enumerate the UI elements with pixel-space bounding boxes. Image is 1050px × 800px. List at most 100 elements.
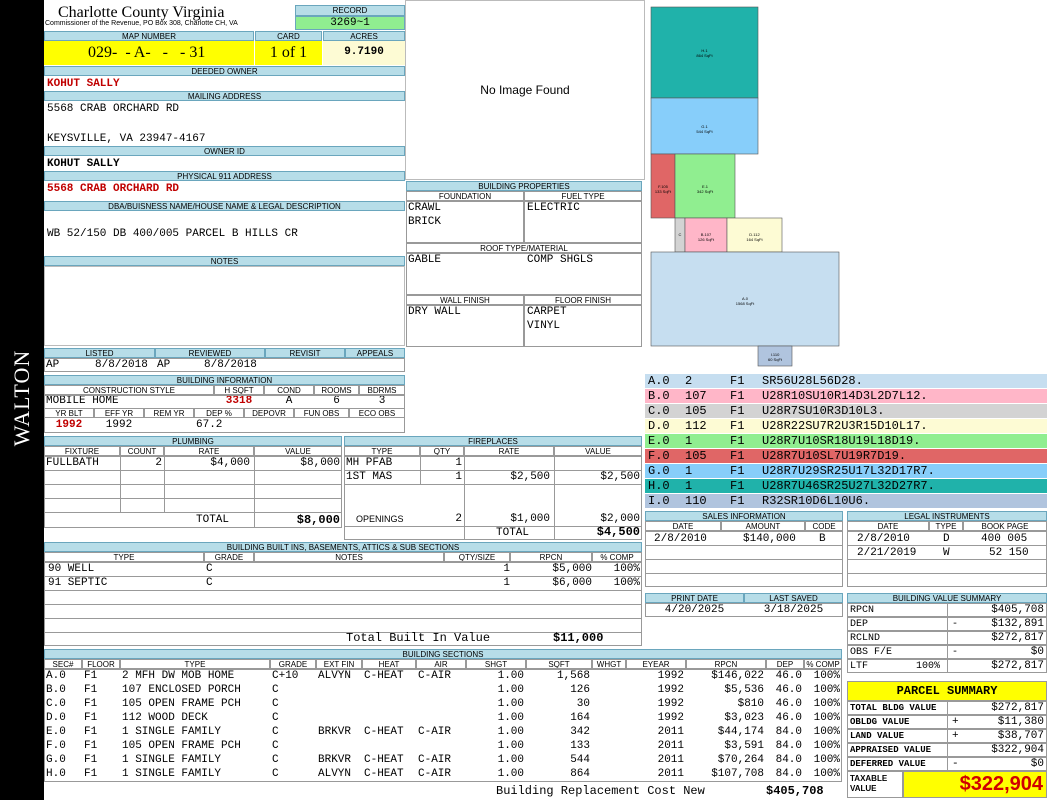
- section-col-header: AIR: [416, 659, 466, 669]
- sketch-code-cell: 107: [685, 389, 707, 403]
- built-ins-col-rpcn: RPCN: [510, 552, 592, 562]
- print-box: [645, 603, 843, 617]
- sketch-code-cell: U28R22SU7R2U3R15D10L17.: [762, 419, 928, 433]
- sketch-label-e: E.1 342 SqFt: [696, 184, 714, 194]
- floor-1: CARPET: [527, 306, 567, 318]
- parcel-label: LAND VALUE: [850, 731, 905, 741]
- value-pct: 100%: [916, 661, 941, 672]
- built-ins-col-type: TYPE: [44, 552, 204, 562]
- section-col-header: HEAT: [362, 659, 416, 669]
- sketch-code-cell: 105: [685, 449, 707, 463]
- wall-finish-header: WALL FINISH: [406, 295, 524, 305]
- sketch-code-cell: F1: [730, 374, 745, 388]
- floor-finish-header: FLOOR FINISH: [524, 295, 642, 305]
- parcel-amount: $0: [1030, 758, 1044, 770]
- built-ins-col-comp: % COMP: [592, 552, 642, 562]
- owner-id-value: KOHUT SALLY: [47, 158, 120, 170]
- sketch-code-cell: U28R7U10SL7U19R7D19.: [762, 449, 907, 463]
- built-in-total: $11,000: [553, 631, 604, 645]
- sketch-code-row: B.0 107 F1 U28R10SU10R14D3L2D7L12.: [645, 389, 1047, 403]
- owner-id-header: OWNER ID: [44, 146, 405, 156]
- sketch-code-cell: U28R7U29SR25U17L32D17R7.: [762, 464, 935, 478]
- section-col-header: DEP: [766, 659, 804, 669]
- sales-col-date: DATE: [645, 521, 721, 531]
- sketch-code-row: C.0 105 F1 U28R7SU10R3D10L3.: [645, 404, 1047, 418]
- openings-rate: $1,000: [510, 513, 550, 525]
- notes-box: [44, 266, 405, 346]
- sketch-code-cell: F1: [730, 449, 745, 463]
- notes-header: NOTES: [44, 256, 405, 266]
- print-date-header: PRINT DATE: [645, 593, 744, 603]
- built-in-total-label: Total Built In Value: [346, 631, 491, 645]
- section-grid: [44, 669, 842, 782]
- review-row-box: [44, 358, 405, 372]
- sketch-code-cell: 1: [685, 479, 693, 493]
- openings-qty: 2: [455, 513, 462, 525]
- mailing-address-header: MAILING ADDRESS: [44, 91, 405, 101]
- plumbing-col-value: VALUE: [254, 446, 342, 456]
- value-amount: $272,817: [991, 660, 1044, 672]
- sketch-code-cell: F1: [730, 419, 745, 433]
- legal-header: LEGAL INSTRUMENTS: [847, 511, 1047, 521]
- section-col-header: EYEAR: [626, 659, 686, 669]
- value-summary-row: LTF 100% $272,817: [847, 659, 1047, 673]
- fireplace-total: $4,500: [596, 525, 640, 539]
- parcel-amount: $272,817: [991, 702, 1044, 714]
- record-value: 3269~1: [330, 17, 370, 29]
- sketch-code-row: D.0 112 F1 U28R22SU7R2U3R15D10L17.: [645, 419, 1047, 433]
- district-label: WALTON: [9, 349, 34, 447]
- sketch-code-cell: R32SR10D6L10U6.: [762, 494, 871, 508]
- section-col-header: TYPE: [120, 659, 270, 669]
- parcel-row: TOTAL BLDG VALUE $272,817: [847, 701, 1047, 715]
- card-value: 1 of 1: [269, 44, 308, 61]
- plumbing-col-fixture: FIXTURE: [44, 446, 120, 456]
- revisit-header: REVISIT: [265, 348, 345, 358]
- foundation-header: FOUNDATION: [406, 191, 524, 201]
- record-value-box: 3269~1: [295, 16, 405, 30]
- built-ins-col-qty: QTY/SIZE: [444, 552, 510, 562]
- value-label: RPCN: [850, 605, 875, 616]
- value-label: LTF: [850, 661, 869, 672]
- section-col-header: SEC#: [44, 659, 82, 669]
- sales-col-amount: AMOUNT: [721, 521, 805, 531]
- sketch-code-row: F.0 105 F1 U28R7U10SL7U19R7D19.: [645, 449, 1047, 463]
- bdrms-header: BDRMS: [359, 385, 405, 395]
- sketch-label-b: B.107 126 SqFt: [697, 232, 715, 242]
- reviewed-header: REVIEWED: [155, 348, 265, 358]
- fireplaces-header: FIREPLACES: [344, 436, 642, 446]
- section-col-header: FLOOR: [82, 659, 120, 669]
- acres-value: 9.7190: [344, 46, 384, 58]
- sketch-code-cell: U28R7U46SR25U27L32D27R7.: [762, 479, 935, 493]
- card-header: CARD: [255, 31, 322, 41]
- section-col-header: GRADE: [270, 659, 316, 669]
- wall-1: DRY WALL: [408, 306, 461, 318]
- sketch-code-cell: C.0: [648, 404, 670, 418]
- sketch-code-row: E.0 1 F1 U28R7U10SR18U19L18D19.: [645, 434, 1047, 448]
- built-ins-col-notes: NOTES: [254, 552, 444, 562]
- sketch-code-cell: 105: [685, 404, 707, 418]
- parcel-row: APPRAISED VALUE $322,904: [847, 743, 1047, 757]
- sketch-code-cell: E.0: [648, 434, 670, 448]
- sketch-code-cell: A.0: [648, 374, 670, 388]
- sketch-code-cell: D.0: [648, 419, 670, 433]
- section-col-header: % COMP: [804, 659, 842, 669]
- last-saved-header: LAST SAVED: [744, 593, 843, 603]
- value-amount: $132,891: [991, 618, 1044, 630]
- sketch-label-d: D.112 164 SqFt: [746, 232, 763, 242]
- parcel-row: DEFERRED VALUE - $0: [847, 757, 1047, 771]
- sketch-label-a: A.0 1568 SqFt: [735, 296, 755, 306]
- style-header: CONSTRUCTION STYLE: [44, 385, 214, 395]
- sketch-label-c: C: [678, 232, 682, 237]
- plumbing-header: PLUMBING: [44, 436, 342, 446]
- fireplace-col-type: TYPE: [344, 446, 420, 456]
- map-number-header: MAP NUMBER: [44, 31, 254, 41]
- value-amount: $405,708: [991, 604, 1044, 616]
- sketch-code-row: G.0 1 F1 U28R7U29SR25U17L32D17R7.: [645, 464, 1047, 478]
- replacement-cost-label: Building Replacement Cost New: [496, 784, 705, 798]
- parcel-amount: $11,380: [997, 716, 1044, 728]
- rooms-header: ROOMS: [314, 385, 359, 395]
- roof-type: GABLE: [408, 254, 442, 266]
- roof-box: [406, 253, 642, 295]
- photo-panel: No Image Found: [405, 0, 645, 180]
- section-col-header: WHGT: [592, 659, 626, 669]
